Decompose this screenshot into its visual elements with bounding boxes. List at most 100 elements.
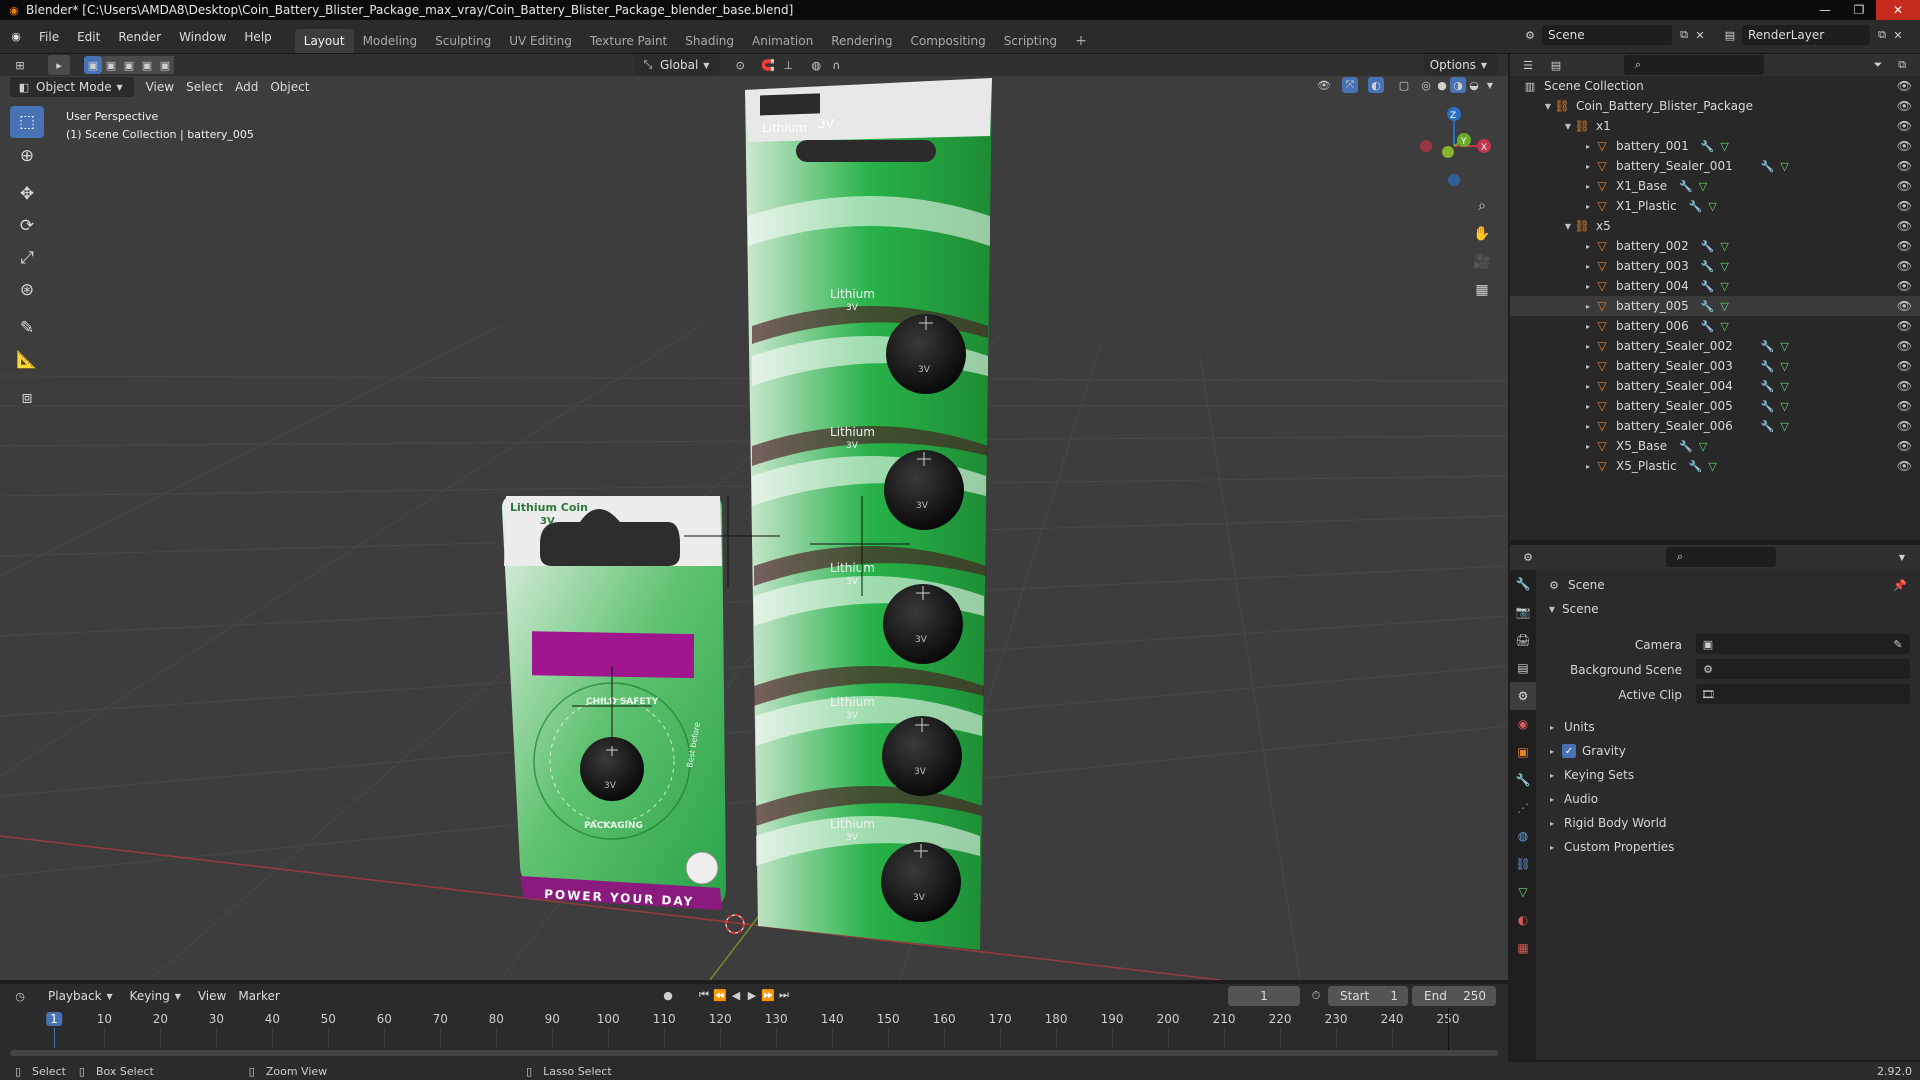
physics-tab-icon[interactable]: ◍ bbox=[1510, 822, 1536, 850]
remove-scene-icon[interactable]: ✕ bbox=[1692, 27, 1708, 43]
measure-tool[interactable]: 📐 bbox=[10, 344, 44, 376]
snap-target-icon[interactable]: ⊥ bbox=[780, 57, 796, 73]
blender-menu-icon[interactable]: ◉ bbox=[8, 29, 24, 45]
visibility-eye-icon[interactable]: 👁 bbox=[1897, 139, 1912, 153]
outliner-search-input[interactable]: ⌕ bbox=[1624, 55, 1764, 75]
outliner-editor-icon[interactable]: ☰ bbox=[1520, 57, 1536, 73]
expand-triangle-icon[interactable]: ▸ bbox=[1582, 282, 1594, 291]
minimize-button[interactable]: — bbox=[1808, 0, 1842, 20]
visibility-eye-icon[interactable]: 👁 bbox=[1897, 79, 1912, 93]
menu-file[interactable]: File bbox=[30, 26, 68, 48]
outliner-item[interactable]: ▸ ▽ X5_Plastic 🔧 ▽ 👁 bbox=[1510, 456, 1920, 476]
visibility-eye-icon[interactable]: 👁 bbox=[1897, 459, 1912, 473]
outliner-item[interactable]: ▸ ▽ battery_Sealer_006 🔧 ▽ 👁 bbox=[1510, 416, 1920, 436]
constraints-tab-icon[interactable]: ⛓ bbox=[1510, 850, 1536, 878]
mesh-data-icon[interactable]: ▽ bbox=[1780, 160, 1788, 173]
mode-new-icon[interactable]: ▣ bbox=[84, 56, 102, 74]
pin-icon[interactable]: 📌 bbox=[1892, 577, 1908, 593]
visibility-eye-icon[interactable]: 👁 bbox=[1897, 259, 1912, 273]
expand-triangle-icon[interactable]: ▸ bbox=[1582, 302, 1594, 311]
modifier-icon[interactable]: 🔧 bbox=[1701, 300, 1715, 313]
view-layer-tab-icon[interactable]: ▤ bbox=[1510, 654, 1536, 682]
shading-material-icon[interactable]: ◑ bbox=[1450, 77, 1466, 93]
panel-audio[interactable]: ▸ Audio bbox=[1546, 789, 1598, 809]
modifier-icon[interactable]: 🔧 bbox=[1761, 400, 1775, 413]
snap-icon[interactable]: 🧲 bbox=[760, 57, 776, 73]
new-scene-icon[interactable]: ⧉ bbox=[1676, 27, 1692, 43]
ortho-grid-icon[interactable]: ▦ bbox=[1468, 276, 1496, 304]
particles-tab-icon[interactable]: ⋰ bbox=[1510, 794, 1536, 822]
eyedropper-icon[interactable]: ✎ bbox=[1890, 636, 1906, 652]
expand-triangle-icon[interactable]: ▸ bbox=[1582, 362, 1594, 371]
outliner-item[interactable]: ▸ ▽ battery_006 🔧 ▽ 👁 bbox=[1510, 316, 1920, 336]
world-tab-icon[interactable]: ◉ bbox=[1510, 710, 1536, 738]
mesh-data-icon[interactable]: ▽ bbox=[1720, 260, 1728, 273]
select-tool-icon[interactable]: ▸ bbox=[48, 55, 70, 75]
modifier-icon[interactable]: 🔧 bbox=[1761, 420, 1775, 433]
modifier-icon[interactable]: 🔧 bbox=[1761, 380, 1775, 393]
properties-editor-icon[interactable]: ⚙ bbox=[1520, 549, 1536, 565]
visibility-eye-icon[interactable]: 👁 bbox=[1897, 199, 1912, 213]
expand-triangle-icon[interactable]: ▸ bbox=[1582, 182, 1594, 191]
add-workspace-icon[interactable]: + bbox=[1066, 29, 1096, 53]
visibility-eye-icon[interactable]: 👁 bbox=[1897, 319, 1912, 333]
expand-triangle-icon[interactable]: ▸ bbox=[1582, 202, 1594, 211]
outliner-item[interactable]: ▸ ▽ battery_003 🔧 ▽ 👁 bbox=[1510, 256, 1920, 276]
modifier-tab-icon[interactable]: 🔧 bbox=[1510, 766, 1536, 794]
expand-triangle-icon[interactable]: ▸ bbox=[1582, 342, 1594, 351]
visibility-eye-icon[interactable]: 👁 bbox=[1897, 419, 1912, 433]
transform-orientation-dropdown[interactable]: ⤡ Global ▼ bbox=[634, 55, 721, 75]
outliner-item[interactable]: ▸ ▽ battery_002 🔧 ▽ 👁 bbox=[1510, 236, 1920, 256]
camera-view-icon[interactable]: 🎥 bbox=[1468, 248, 1496, 276]
view-layer-icon[interactable]: ▤ bbox=[1722, 27, 1738, 43]
visibility-eye-icon[interactable]: 👁 bbox=[1897, 279, 1912, 293]
mesh-data-icon[interactable]: ▽ bbox=[1699, 440, 1707, 453]
visibility-eye-icon[interactable]: 👁 bbox=[1897, 439, 1912, 453]
object-tab-icon[interactable]: ▣ bbox=[1510, 738, 1536, 766]
shading-options-icon[interactable]: ▼ bbox=[1482, 77, 1498, 93]
outliner-scene-collection[interactable]: ▥ Scene Collection 👁 bbox=[1510, 76, 1920, 96]
modifier-icon[interactable]: 🔧 bbox=[1679, 180, 1693, 193]
scene-tab-icon[interactable]: ⚙ bbox=[1510, 682, 1536, 710]
modifier-icon[interactable]: 🔧 bbox=[1761, 360, 1775, 373]
navigation-gizmo[interactable]: Z X Y bbox=[1408, 100, 1498, 190]
viewport-menu-object[interactable]: Object bbox=[264, 77, 315, 97]
tab-compositing[interactable]: Compositing bbox=[901, 29, 994, 53]
visibility-eye-icon[interactable]: 👁 bbox=[1897, 359, 1912, 373]
tab-uv-editing[interactable]: UV Editing bbox=[500, 29, 581, 53]
properties-search-input[interactable]: ⌕ bbox=[1666, 547, 1776, 567]
visibility-eye-icon[interactable]: 👁 bbox=[1897, 159, 1912, 173]
falloff-icon[interactable]: ∩ bbox=[828, 57, 844, 73]
cursor-tool[interactable]: ⊕ bbox=[10, 140, 44, 172]
mesh-data-icon[interactable]: ▽ bbox=[1720, 280, 1728, 293]
expand-triangle-icon[interactable]: ▸ bbox=[1582, 162, 1594, 171]
outliner-item[interactable]: ▸ ▽ battery_Sealer_003 🔧 ▽ 👁 bbox=[1510, 356, 1920, 376]
tool-tab-icon[interactable]: 🔧 bbox=[1510, 570, 1536, 598]
outliner-collection[interactable]: ▼ ⛓ x5 👁 bbox=[1510, 216, 1920, 236]
modifier-icon[interactable]: 🔧 bbox=[1761, 340, 1775, 353]
remove-view-layer-icon[interactable]: ✕ bbox=[1890, 27, 1906, 43]
expand-triangle-icon[interactable]: ▸ bbox=[1582, 442, 1594, 451]
collapse-triangle-icon[interactable]: ▼ bbox=[1562, 222, 1574, 231]
editor-type-icon[interactable]: ⊞ bbox=[12, 57, 28, 73]
mesh-data-icon[interactable]: ▽ bbox=[1720, 320, 1728, 333]
3d-viewport[interactable]: Lithium 3V Lithium 3V Lithium 3V Lithium… bbox=[0, 76, 1508, 980]
outliner-item[interactable]: ▸ ▽ battery_Sealer_001 🔧 ▽ 👁 bbox=[1510, 156, 1920, 176]
tab-texture-paint[interactable]: Texture Paint bbox=[581, 29, 676, 53]
display-mode-icon[interactable]: ▤ bbox=[1548, 57, 1564, 73]
modifier-icon[interactable]: 🔧 bbox=[1701, 240, 1715, 253]
annotate-tool[interactable]: ✎ bbox=[10, 312, 44, 344]
panel-keying-sets[interactable]: ▸ Keying Sets bbox=[1546, 765, 1634, 785]
filter-icon[interactable]: ⏷ bbox=[1870, 57, 1886, 73]
panel-gravity[interactable]: ▸ ✓ Gravity bbox=[1546, 741, 1626, 761]
expand-triangle-icon[interactable]: ▸ bbox=[1582, 382, 1594, 391]
rotate-tool[interactable]: ⟳ bbox=[10, 210, 44, 242]
add-cube-tool[interactable]: ⧈ bbox=[10, 382, 44, 414]
visibility-eye-icon[interactable]: 👁 bbox=[1897, 339, 1912, 353]
mode-invert-icon[interactable]: ▣ bbox=[138, 56, 156, 74]
shading-wireframe-icon[interactable]: ◎ bbox=[1418, 77, 1434, 93]
pan-hand-icon[interactable]: ✋ bbox=[1468, 220, 1496, 248]
mesh-data-icon[interactable]: ▽ bbox=[1720, 300, 1728, 313]
gizmo-toggle-icon[interactable]: ⤧ bbox=[1342, 77, 1358, 93]
options-dropdown[interactable]: Options ▼ bbox=[1423, 55, 1498, 75]
